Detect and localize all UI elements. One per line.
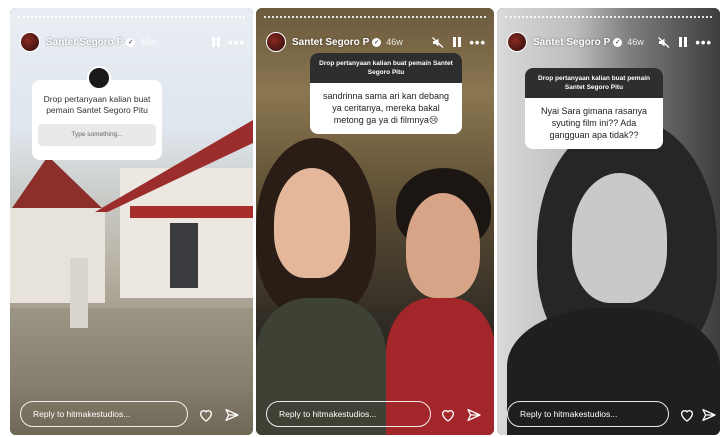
sticker-title: Drop pertanyaan kalian buat pemain Sante…	[43, 94, 151, 115]
post-time: 46w	[140, 37, 157, 47]
sticker-title: Drop pertanyaan kalian buat pemain Sante…	[310, 53, 462, 83]
heart-icon[interactable]	[679, 407, 695, 423]
reply-input[interactable]: Reply to hitmakestudios...	[20, 401, 188, 427]
house-awning	[130, 206, 253, 218]
story-header: Santet Segoro P ✓ 46w •••	[20, 30, 245, 54]
reply-input[interactable]: Reply to hitmakestudios...	[507, 401, 669, 427]
question-sticker[interactable]: Drop pertanyaan kalian buat pemain Sante…	[32, 66, 162, 160]
sticker-answer-input[interactable]: Type something...	[38, 124, 156, 146]
more-options-icon[interactable]: •••	[469, 35, 486, 50]
heart-icon[interactable]	[440, 407, 456, 423]
verified-badge-icon: ✓	[126, 37, 136, 47]
story-progress-bar	[264, 16, 486, 18]
pause-icon[interactable]	[679, 37, 688, 47]
sticker-avatar	[87, 66, 111, 90]
send-icon[interactable]	[701, 407, 717, 423]
story-header: Santet Segoro P ✓ 46w •••	[507, 30, 712, 54]
sticker-title: Drop pertanyaan kalian buat pemain Sante…	[525, 68, 663, 98]
muted-speaker-icon[interactable]	[658, 36, 670, 48]
avatar[interactable]	[507, 32, 527, 52]
avatar[interactable]	[266, 32, 286, 52]
verified-badge-icon: ✓	[613, 37, 623, 47]
sticker-answer: Nyai Sara gimana rasanya syuting film in…	[540, 106, 648, 140]
username[interactable]: Santet Segoro P	[292, 37, 369, 48]
sticker-answer: sandrinna sama ari kan debang ya ceritan…	[322, 91, 450, 125]
post-time: 46w	[627, 37, 644, 47]
pause-icon[interactable]	[212, 37, 221, 47]
gate-pillar	[70, 258, 88, 328]
username[interactable]: Santet Segoro P	[533, 37, 610, 48]
story-progress-bar	[18, 16, 245, 18]
house-wall-left	[10, 208, 105, 303]
question-sticker: Drop pertanyaan kalian buat pemain Sante…	[310, 53, 462, 134]
reply-input[interactable]: Reply to hitmakestudios...	[266, 401, 431, 427]
question-sticker: Drop pertanyaan kalian buat pemain Sante…	[525, 68, 663, 149]
story-card-1[interactable]: Santet Segoro P ✓ 46w ••• Drop pertanyaa…	[10, 8, 253, 435]
story-progress-bar	[505, 16, 712, 18]
more-options-icon[interactable]: •••	[228, 35, 245, 50]
more-options-icon[interactable]: •••	[695, 35, 712, 50]
send-icon[interactable]	[466, 407, 482, 423]
woman-face	[572, 173, 667, 303]
woman-face	[274, 168, 350, 278]
username[interactable]: Santet Segoro P	[46, 37, 123, 48]
house-door	[170, 223, 198, 288]
story-card-2[interactable]: Santet Segoro P ✓ 46w ••• Drop pertanyaa…	[256, 8, 494, 435]
heart-icon[interactable]	[198, 407, 214, 423]
story-card-3[interactable]: Santet Segoro P ✓ 46w ••• Drop pertanyaa…	[497, 8, 720, 435]
muted-speaker-icon[interactable]	[432, 36, 444, 48]
post-time: 46w	[386, 37, 403, 47]
verified-badge-icon: ✓	[372, 37, 382, 47]
send-icon[interactable]	[224, 407, 240, 423]
story-header: Santet Segoro P ✓ 46w •••	[266, 30, 486, 54]
avatar[interactable]	[20, 32, 40, 52]
man-face	[406, 193, 480, 298]
pause-icon[interactable]	[453, 37, 462, 47]
